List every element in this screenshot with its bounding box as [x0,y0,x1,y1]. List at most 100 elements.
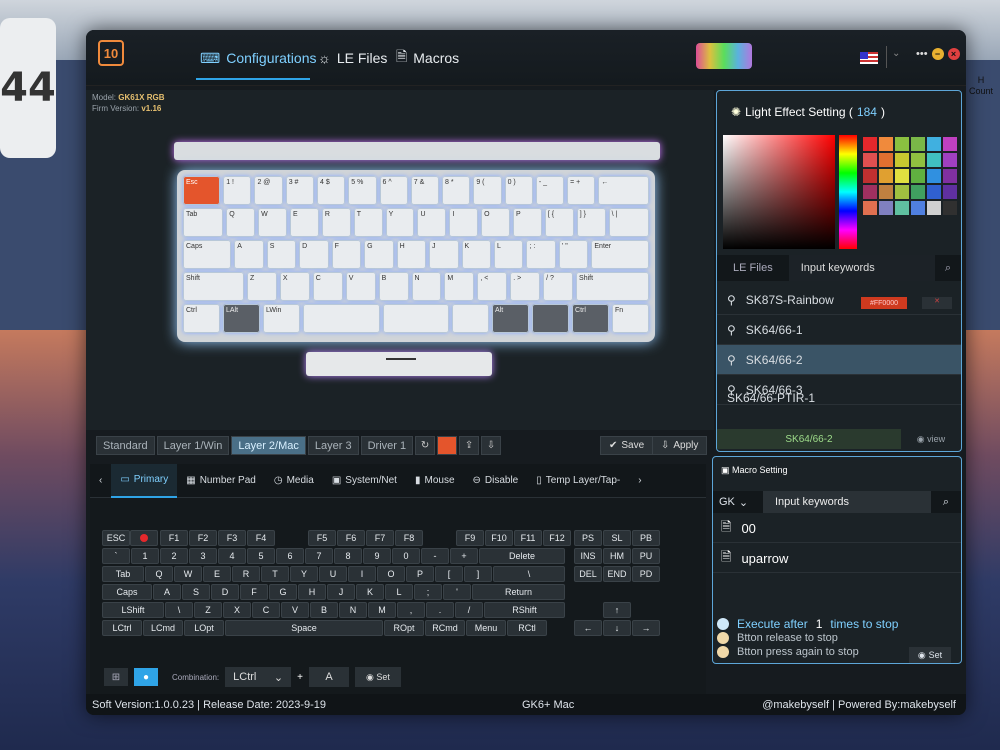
option-press-again-stop[interactable]: Btton press again to stop [717,645,898,659]
preview-key[interactable]: 2 @ [254,176,283,205]
preview-key[interactable]: C [312,272,343,301]
mapping-key[interactable]: \ [493,566,565,582]
preview-key[interactable]: 1 ! [223,176,252,205]
mapping-key[interactable]: F4 [247,530,275,546]
macro-group-select[interactable]: GK ⌄ [713,491,763,513]
preview-key[interactable]: A [234,240,264,269]
mapping-key[interactable]: 2 [160,548,188,564]
preview-key[interactable]: Tab [183,208,224,237]
mapping-key[interactable]: LCtrl [102,620,142,636]
mapping-key[interactable]: END [603,566,631,582]
prev-icon[interactable]: ‹ [90,464,111,498]
preview-key[interactable]: ' " [558,240,589,269]
mapping-key[interactable]: T [261,566,289,582]
refresh-icon[interactable]: ↻ [415,436,436,455]
mapping-key[interactable]: 0 [392,548,420,564]
mapping-key[interactable]: M [368,602,396,618]
color-swatch[interactable] [879,153,893,167]
preview-key[interactable]: 4 $ [316,176,346,205]
mapping-key[interactable]: ← [574,620,602,636]
mapping-key[interactable]: F10 [485,530,513,546]
mapping-key[interactable]: ' [443,584,471,600]
record-icon[interactable] [437,436,458,455]
mapping-key[interactable]: D [211,584,239,600]
mapping-key[interactable]: F9 [456,530,484,546]
color-swatch[interactable] [911,201,925,215]
preview-key[interactable]: 0 ) [504,176,533,205]
preview-key[interactable] [302,304,381,333]
mapping-key[interactable]: F3 [218,530,246,546]
mapping-key[interactable]: Y [290,566,318,582]
mapping-key[interactable]: F11 [514,530,542,546]
mapping-key[interactable]: O [377,566,405,582]
layer-3[interactable]: Layer 3 [307,436,359,455]
mapping-key[interactable]: L [385,584,413,600]
macro-search-input[interactable]: Input keywords [763,491,931,513]
mapping-key[interactable]: Return [472,584,565,600]
preview-key[interactable]: \ | [608,208,649,237]
color-swatch[interactable] [943,185,957,199]
mapping-key[interactable]: + [450,548,478,564]
preview-key[interactable]: Fn [612,304,649,333]
preview-key[interactable]: S [266,240,297,269]
color-swatch[interactable] [863,201,877,215]
mapping-key[interactable]: PS [574,530,602,546]
mapping-key[interactable]: W [174,566,202,582]
mapping-key[interactable]: P [406,566,434,582]
mapping-key[interactable]: Menu [466,620,506,636]
mapping-key[interactable]: RShift [484,602,565,618]
preview-key[interactable]: 8 * [442,176,471,205]
preview-key[interactable]: H [396,240,427,269]
mapping-key[interactable]: F5 [308,530,336,546]
more-icon[interactable]: ••• [916,48,928,60]
mapping-key[interactable]: ROpt [384,620,424,636]
preview-key[interactable]: L [493,240,524,269]
mapping-key[interactable]: X [223,602,251,618]
preview-key[interactable]: = + [567,176,596,205]
layer-1-win[interactable]: Layer 1/Win [156,436,230,455]
le-search-input[interactable]: Input keywords [788,255,935,281]
mapping-key[interactable]: 5 [247,548,275,564]
mapping-key[interactable]: 8 [334,548,362,564]
list-item[interactable]: ⚲ SK64/66-2 [717,345,961,375]
preview-key[interactable]: B [378,272,409,301]
mapping-key[interactable]: Tab [102,566,144,582]
mapping-key[interactable]: S [182,584,210,600]
mapping-key[interactable]: Q [145,566,173,582]
mapping-key[interactable]: INS [574,548,602,564]
upload-icon[interactable]: ⇪ [459,436,480,455]
preview-key[interactable]: O [481,208,511,237]
tab-number-pad[interactable]: ▦ Number Pad [177,464,265,498]
view-button[interactable]: ◉ view [901,429,961,449]
preview-key[interactable]: T [353,208,383,237]
mapping-key[interactable]: I [348,566,376,582]
tab-macros[interactable]: 🗎 Macros [396,46,459,70]
mapping-key[interactable]: LShift [102,602,164,618]
mapping-key[interactable]: / [455,602,483,618]
option-release-stop[interactable]: Btton release to stop [717,631,898,645]
mapping-key[interactable]: C [252,602,280,618]
color-swatch[interactable] [911,137,925,151]
flag-icon[interactable] [860,52,878,64]
preview-key[interactable]: Y [385,208,415,237]
mapping-key[interactable]: PU [632,548,660,564]
color-swatch[interactable] [863,185,877,199]
mapping-key[interactable]: F [240,584,268,600]
color-swatch[interactable] [927,185,941,199]
color-swatch[interactable] [911,153,925,167]
mapping-key[interactable]: SL [603,530,631,546]
tab-primary[interactable]: ▭ Primary [111,463,178,498]
preview-key[interactable]: 5 % [348,176,377,205]
mapping-key[interactable]: ; [414,584,442,600]
color-swatch[interactable] [927,153,941,167]
list-item[interactable]: SK64/66-PTIR-1 [717,391,961,409]
chevron-down-icon[interactable]: ⌄ [892,48,900,59]
modifier-select[interactable]: LCtrl ⌄ [225,667,292,687]
mapping-key[interactable]: 9 [363,548,391,564]
list-item[interactable]: 🗎 uparrow [713,545,961,573]
color-swatch[interactable] [943,153,957,167]
mapping-key[interactable]: RCtl [507,620,547,636]
color-swatch[interactable] [943,137,957,151]
mapping-key[interactable]: ↓ [603,620,631,636]
mapping-key[interactable]: 3 [189,548,217,564]
